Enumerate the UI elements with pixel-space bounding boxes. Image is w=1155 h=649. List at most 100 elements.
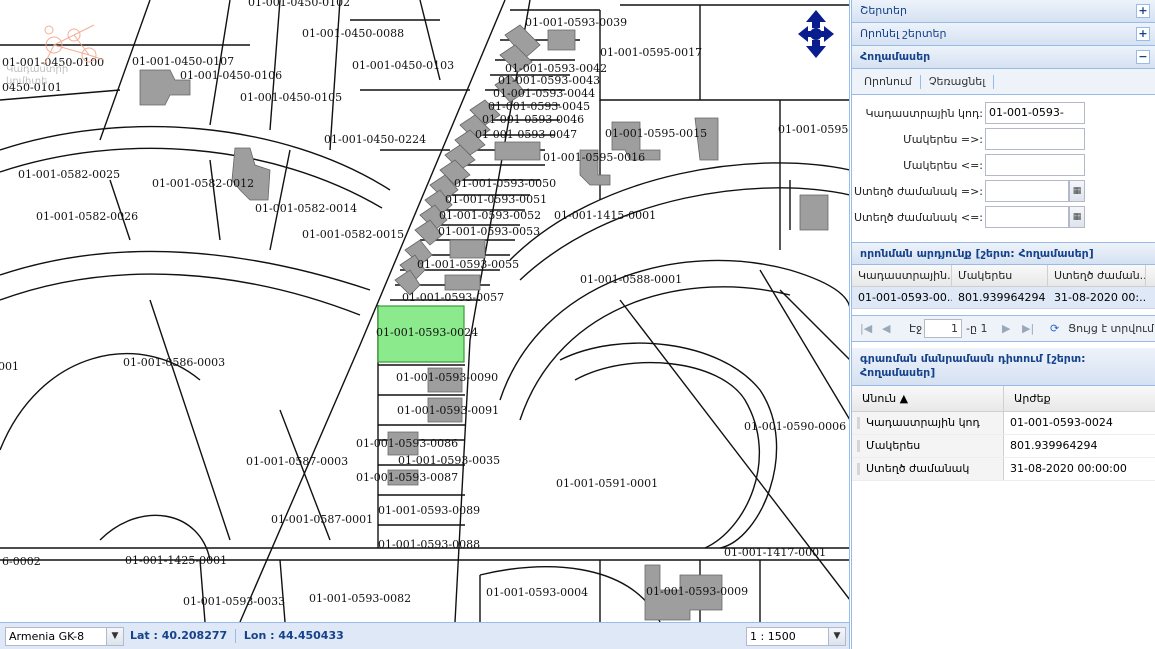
pager-status: Ցույց է տրվում: [1068, 322, 1154, 335]
parcel-label[interactable]: 01-001-0595-0: [778, 123, 850, 136]
collapse-icon[interactable]: −: [1136, 50, 1150, 64]
calendar-icon[interactable]: ▦: [1069, 180, 1085, 202]
parcel-label[interactable]: 01-001-1417-0001: [724, 546, 826, 559]
parcel-label[interactable]: 01-001-0588-0001: [580, 273, 682, 286]
last-page-icon[interactable]: ▶|: [1022, 316, 1034, 342]
next-page-icon[interactable]: ▶: [1002, 316, 1010, 342]
parcel-label[interactable]: 01-001-0593-0057: [402, 291, 504, 304]
prev-page-icon[interactable]: ◀: [882, 316, 890, 342]
parcel-label[interactable]: 01-001-0582-0025: [18, 168, 120, 181]
parcel-label[interactable]: 01-001-0593-0035: [398, 454, 500, 467]
scale-value: 1 : 1500: [750, 630, 796, 643]
page-input[interactable]: 1: [924, 319, 962, 338]
date-field[interactable]: [985, 180, 1069, 202]
text-field[interactable]: [985, 154, 1085, 176]
parcel-label[interactable]: 01-001-0586-0003: [123, 356, 225, 369]
logo-text-line2: կոմիտե: [6, 76, 48, 87]
expand-icon[interactable]: +: [1136, 27, 1150, 41]
parcel-label[interactable]: 01-001-0595-0017: [600, 46, 702, 59]
detail-col-name[interactable]: Անուն ▲: [852, 386, 1004, 411]
detail-col-value[interactable]: Արժեք: [1004, 386, 1155, 411]
map-viewport[interactable]: 01-001-0450-0102 01-001-0450-0088 01-001-0…: [0, 0, 850, 622]
property-row[interactable]: Ստեղծ ժամանակ 31-08-2020 00:00:00: [852, 458, 1155, 481]
parcel-label[interactable]: 01-001-0593-0024: [376, 326, 478, 339]
parcel-label[interactable]: 01-001-0450-0224: [324, 133, 426, 146]
parcel-label[interactable]: 01-001-0587-0001: [271, 513, 373, 526]
parcel-label[interactable]: 01-001-0450-0103: [352, 59, 454, 72]
parcel-label[interactable]: 01-001-0593-0046: [482, 113, 584, 126]
parcel-map[interactable]: 01-001-0450-0102 01-001-0450-0088 01-001-0…: [0, 0, 850, 622]
parcel-label[interactable]: 01-001-0593-0090: [396, 371, 498, 384]
parcel-label[interactable]: 01-001-0595-0016: [543, 151, 645, 164]
parcel-label[interactable]: 01-001-0593-0004: [486, 586, 588, 599]
text-field[interactable]: 01-001-0593-0024: [985, 102, 1085, 139]
calendar-icon[interactable]: ▦: [1069, 206, 1085, 228]
parcel-label[interactable]: 01-001-0593-0082: [309, 592, 411, 605]
parcel-label[interactable]: 01-001-0590-0006: [744, 420, 846, 433]
parcel-label[interactable]: 01-001-0593-0045: [488, 100, 590, 113]
parcel-label[interactable]: 01-001-0582-0026: [36, 210, 138, 223]
chevron-down-icon[interactable]: ▼: [828, 628, 845, 645]
refresh-icon[interactable]: ⟳: [1050, 316, 1059, 342]
parcel-label[interactable]: 01-001-0593-0047: [475, 128, 577, 141]
form-row: Ստեղծ ժամանակ <=: ▦: [852, 205, 1155, 231]
form-row: Մակերես <=:: [852, 153, 1155, 179]
parcel-label[interactable]: 01-001-0582-0014: [255, 202, 357, 215]
parcel-label[interactable]: 01-001-0593-0051: [445, 193, 547, 206]
form-label: Կադաստրային կոդ:: [865, 107, 983, 120]
parcel-label[interactable]: 01-001-0595-0015: [605, 127, 707, 140]
pan-arrows-icon[interactable]: [796, 8, 836, 60]
parcel-label[interactable]: 01-001-0593-0088: [378, 538, 480, 551]
scale-select[interactable]: 1 : 1500 ▼: [746, 627, 846, 646]
parcel-label[interactable]: 01-001-0593-0050: [454, 177, 556, 190]
layers-header[interactable]: Շերտեր +: [852, 0, 1155, 23]
parcel-label[interactable]: 01-001-0591-0001: [556, 477, 658, 490]
lands-header[interactable]: Հողամասեր −: [852, 46, 1155, 69]
form-label: Մակերես =>:: [903, 133, 983, 146]
parcel-label[interactable]: 01-001-0450-0102: [248, 0, 350, 9]
parcel-label[interactable]: 001: [0, 360, 19, 373]
parcel-label[interactable]: 01-001-0450-0088: [302, 27, 404, 40]
cadastre-logo: Կադաստրի կոմիտե: [4, 20, 114, 100]
results-column-header[interactable]: Մակերես: [952, 265, 1048, 286]
search-toolbar: Որոնում Չեռացնել: [852, 69, 1155, 95]
expand-icon[interactable]: +: [1136, 4, 1150, 18]
date-field[interactable]: [985, 206, 1069, 228]
parcel-label[interactable]: 01-001-1425-0001: [125, 554, 227, 567]
parcel-label[interactable]: 01-001-0593-0055: [417, 258, 519, 271]
parcel-label[interactable]: 01-001-0582-0012: [152, 177, 254, 190]
parcel-label[interactable]: 01-001-0593-0087: [356, 471, 458, 484]
parcel-label[interactable]: 01-001-0450-0106: [180, 69, 282, 82]
property-row[interactable]: Կադաստրային կոդ 01-001-0593-0024: [852, 412, 1155, 435]
table-row[interactable]: 01-001-0593-00... 801.939964294 31-08-2020…: [852, 287, 1155, 309]
form-label: Ստեղծ ժամանակ =>:: [854, 185, 983, 198]
parcel-label[interactable]: 01-001-0587-0003: [246, 455, 348, 468]
parcel-label[interactable]: 6-0002: [2, 555, 41, 568]
parcel-label[interactable]: 01-001-0593-0043: [498, 74, 600, 87]
parcel-label[interactable]: 01-001-0593-0033: [183, 595, 285, 608]
parcel-label[interactable]: 01-001-0593-0089: [378, 504, 480, 517]
parcel-label[interactable]: 01-001-0593-0044: [493, 87, 595, 100]
results-column-header[interactable]: Կադաստրային...: [852, 265, 952, 286]
search-layers-header[interactable]: Որոնել շերտեր +: [852, 23, 1155, 46]
property-row[interactable]: Մակերես 801.939964294: [852, 435, 1155, 458]
text-field[interactable]: [985, 128, 1085, 150]
first-page-icon[interactable]: |◀: [860, 316, 872, 342]
parcel-label[interactable]: 01-001-0593-0053: [438, 225, 540, 238]
search-button[interactable]: Որոնում: [860, 75, 916, 88]
clear-button[interactable]: Չեռացնել: [925, 75, 990, 88]
parcel-label[interactable]: 01-001-1415-0001: [554, 209, 656, 222]
parcel-label[interactable]: 01-001-0593-0091: [397, 404, 499, 417]
form-row: Կադաստրային կոդ:01-001-0593-0024: [852, 101, 1155, 139]
parcel-label[interactable]: 01-001-0450-0105: [240, 91, 342, 104]
parcel-label[interactable]: 01-001-0450-0107: [132, 55, 234, 68]
parcel-label[interactable]: 01-001-0593-0009: [646, 585, 748, 598]
pan-control[interactable]: [796, 8, 836, 60]
parcel-label[interactable]: 01-001-0582-0015: [302, 228, 404, 241]
parcel-label[interactable]: 01-001-0593-0052: [439, 209, 541, 222]
projection-select[interactable]: Armenia GK-8 ▼: [5, 627, 124, 646]
parcel-label[interactable]: 01-001-0593-0039: [525, 16, 627, 29]
parcel-label[interactable]: 01-001-0593-0086: [356, 437, 458, 450]
chevron-down-icon[interactable]: ▼: [106, 628, 123, 645]
results-column-header[interactable]: Ստեղծ ժաման...: [1048, 265, 1146, 286]
